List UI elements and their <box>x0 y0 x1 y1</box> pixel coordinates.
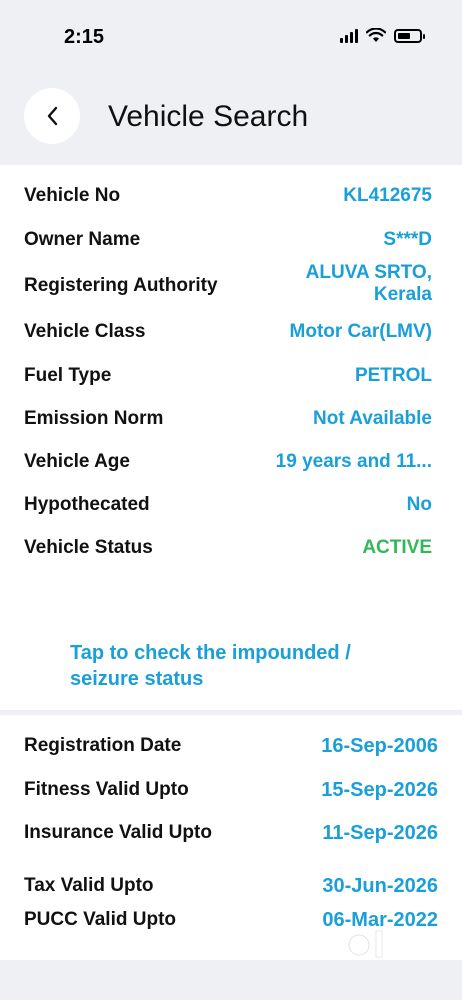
chevron-left-icon <box>47 106 58 126</box>
detail-value: Motor Car(LMV) <box>289 321 432 342</box>
validity-label: Insurance Valid Upto <box>24 822 212 843</box>
page-title: Vehicle Search <box>108 100 309 133</box>
detail-label: Vehicle Status <box>24 537 153 558</box>
back-button[interactable] <box>24 88 80 144</box>
detail-value: ALUVA SRTO, Kerala <box>305 262 432 305</box>
impound-status-link[interactable]: Tap to check the impounded / seizure sta… <box>70 640 410 692</box>
header: Vehicle Search <box>0 80 462 160</box>
detail-value: KL412675 <box>343 185 432 206</box>
detail-label: Emission Norm <box>24 408 164 429</box>
detail-value: S***D <box>383 229 432 250</box>
validity-value: 11-Sep-2026 <box>322 822 438 844</box>
cellular-signal-icon <box>340 28 358 43</box>
detail-value: 19 years and 11... <box>275 451 432 472</box>
detail-label: Registering Authority <box>24 275 218 296</box>
battery-icon <box>394 28 425 43</box>
vehicle-details-card: Vehicle No KL412675 Owner Name S***D Reg… <box>0 165 462 710</box>
wifi-icon <box>366 28 386 42</box>
status-badge: ACTIVE <box>362 537 432 558</box>
detail-label: Owner Name <box>24 229 141 250</box>
validity-value: 16-Sep-2006 <box>321 735 438 757</box>
status-time: 2:15 <box>64 26 105 48</box>
detail-value: Not Available <box>313 408 432 429</box>
validity-label: Tax Valid Upto <box>24 875 154 896</box>
status-bar: 2:15 <box>0 0 462 70</box>
validity-value: 15-Sep-2026 <box>321 779 438 801</box>
detail-label: Vehicle Age <box>24 451 130 472</box>
validity-card: Registration Date 16-Sep-2006 Fitness Va… <box>0 715 462 960</box>
validity-label: Fitness Valid Upto <box>24 779 189 800</box>
detail-label: Fuel Type <box>24 365 112 386</box>
detail-value: No <box>406 494 432 515</box>
detail-label: Hypothecated <box>24 494 150 515</box>
detail-value: PETROL <box>354 365 432 386</box>
detail-label: Vehicle Class <box>24 321 146 342</box>
validity-label: Registration Date <box>24 735 182 756</box>
validity-label: PUCC Valid Upto <box>24 909 177 930</box>
olx-logo-icon <box>346 930 413 960</box>
detail-label: Vehicle No <box>24 185 121 206</box>
status-icons <box>340 28 425 43</box>
validity-value: 30-Jun-2026 <box>322 875 438 897</box>
